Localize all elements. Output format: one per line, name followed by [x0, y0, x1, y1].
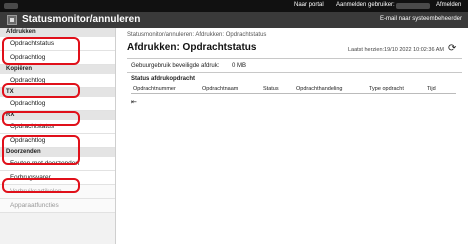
highlight-box — [2, 178, 80, 193]
highlight-box — [2, 111, 80, 126]
login-user-label: Aanmelden gebruiker: — [336, 2, 395, 8]
column-header: Tijd — [427, 86, 436, 92]
sidebar-item-tx-job-log[interactable]: Opdrachtlog — [0, 97, 115, 111]
email-admin-link[interactable]: E-mail naar systeembeheerder — [380, 16, 462, 22]
sidebar-item-device-functions[interactable]: Apparaatfuncties — [0, 199, 115, 213]
table-header: Opdrachtnummer Opdrachtnaam Status Opdra… — [131, 85, 456, 94]
highlight-box — [2, 135, 80, 165]
divider — [127, 58, 462, 59]
redacted-username — [396, 3, 430, 9]
app-header: Statusmonitor/annuleren E-mail naar syst… — [0, 12, 468, 28]
sidebar: Afdrukken Opdrachtstatus Opdrachtlog Kop… — [0, 28, 116, 244]
divider — [127, 72, 462, 73]
column-header: Type opdracht — [369, 86, 404, 92]
main-content: Statusmonitor/annuleren: Afdrukken: Opdr… — [117, 28, 468, 244]
monitor-icon — [7, 15, 17, 25]
page-title: Afdrukken: Opdrachtstatus — [127, 42, 257, 53]
portal-link[interactable]: Naar portal — [294, 2, 324, 8]
column-header: Status — [263, 86, 279, 92]
breadcrumb: Statusmonitor/annuleren: Afdrukken: Opdr… — [127, 32, 267, 38]
sidebar-section-title: Kopiëren — [0, 65, 115, 74]
highlight-box — [2, 37, 80, 65]
section-heading: Status afdrukopdracht — [131, 76, 196, 82]
column-header: Opdrachtnaam — [202, 86, 239, 92]
highlight-box — [2, 83, 80, 98]
memory-value: 0 MB — [232, 63, 247, 69]
sidebar-section-title: Afdrukken — [0, 28, 115, 37]
redacted-logo — [4, 3, 18, 9]
app-title: Statusmonitor/annuleren — [22, 14, 141, 25]
logout-link[interactable]: Afmelden — [436, 2, 461, 8]
memory-label: Gebuurgebruik beveiligde afdruk: — [131, 63, 220, 69]
memory-usage: Gebuurgebruik beveiligde afdruk: 0 MB — [131, 63, 246, 69]
expand-toggle-icon[interactable]: ⇤ — [131, 98, 137, 106]
column-header: Opdrachthandeling — [296, 86, 343, 92]
top-bar: Naar portal Aanmelden gebruiker: Afmelde… — [0, 0, 468, 12]
last-updated: Laatst herzien:19/10 2022 10:02:36 AM — [347, 47, 444, 53]
column-header: Opdrachtnummer — [133, 86, 176, 92]
refresh-icon[interactable]: ⟳ — [448, 44, 458, 54]
